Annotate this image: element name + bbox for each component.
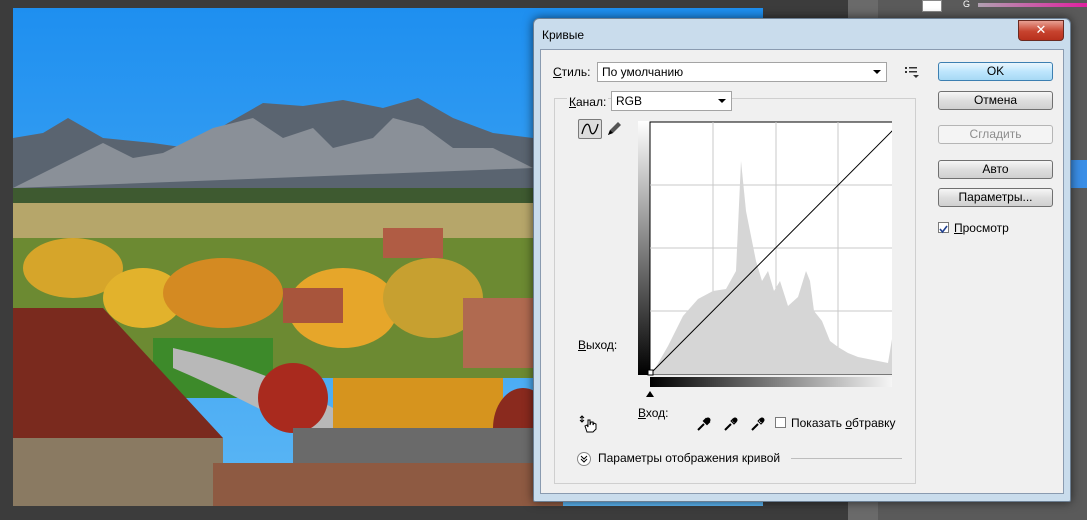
cancel-button[interactable]: Отмена [938, 91, 1053, 110]
show-clipping-checkbox[interactable] [775, 417, 786, 428]
preview-checkbox[interactable] [938, 222, 949, 234]
output-label: Выход: [578, 338, 618, 352]
channel-g-label: G [963, 0, 971, 9]
curve-point-icon[interactable] [578, 119, 602, 139]
options-button[interactable]: Параметры... [938, 188, 1053, 207]
black-point-slider [646, 391, 654, 397]
smooth-button[interactable]: Сгладить [938, 125, 1053, 144]
curves-graph[interactable] [638, 121, 892, 403]
curves-dialog: Кривые ✕ Стиль: По умолчанию Канал: RGB [533, 18, 1071, 502]
dialog-titlebar[interactable]: Кривые ✕ [534, 19, 1070, 49]
dialog-client: Стиль: По умолчанию Канал: RGB Выход: Вх… [540, 49, 1064, 494]
panel-tab[interactable] [1069, 160, 1087, 188]
close-icon: ✕ [1035, 22, 1047, 37]
channel-value: RGB [616, 94, 643, 108]
channel-select[interactable]: RGB [611, 91, 732, 111]
input-label: Вход: [638, 406, 669, 420]
channel-label: Канал: [567, 95, 609, 109]
display-options-label[interactable]: Параметры отображения кривой [598, 451, 780, 465]
eyedropper-black-icon[interactable] [695, 415, 713, 433]
style-value: По умолчанию [602, 65, 684, 79]
preset-menu-icon[interactable] [904, 64, 920, 78]
chevron-down-icon [718, 99, 726, 103]
auto-button[interactable]: Авто [938, 160, 1053, 179]
divider [791, 458, 902, 459]
chevron-down-icon [873, 70, 881, 74]
hand-adjust-icon[interactable] [578, 414, 598, 434]
curve-black-point [647, 369, 654, 376]
close-button[interactable]: ✕ [1018, 20, 1064, 41]
pencil-icon[interactable] [605, 120, 623, 138]
color-swatch[interactable] [922, 0, 942, 12]
checkmark-icon [939, 225, 948, 234]
style-label: Стиль: [553, 65, 591, 79]
output-gradient-bar [638, 121, 650, 375]
show-clipping-label: Показать обтравку [791, 416, 896, 430]
dialog-title: Кривые [542, 28, 585, 42]
eyedropper-gray-icon[interactable] [722, 415, 740, 433]
preview-label: Просмотр [954, 221, 1009, 235]
chevron-down-icon[interactable] [577, 452, 591, 466]
input-gradient-bar [650, 377, 892, 387]
style-select[interactable]: По умолчанию [597, 62, 887, 82]
ok-button[interactable]: OK [938, 62, 1053, 81]
g-slider[interactable] [978, 3, 1087, 7]
eyedropper-white-icon[interactable] [749, 415, 767, 433]
